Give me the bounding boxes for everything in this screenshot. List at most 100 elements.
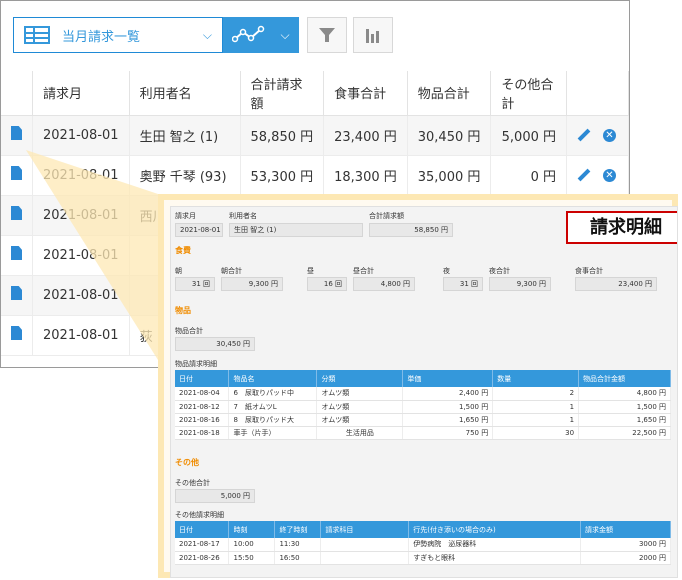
table-row: 2021-08-16 8 尿取りパッド大 オムツ類 1,650 円 1 1,65… (175, 413, 671, 427)
edit-pencil-icon[interactable] (577, 168, 591, 182)
cell-item: 8 尿取りパッド大 (228, 413, 318, 427)
column-header: 請求科目 (320, 521, 410, 538)
filter-icon (319, 28, 335, 42)
cell-category: オムツ類 (316, 387, 404, 401)
label-goods-list: 物品請求明細 (175, 360, 217, 368)
column-header[interactable]: 利用者名 (129, 71, 241, 116)
edit-pencil-icon[interactable] (577, 128, 591, 142)
line-graph-icon (232, 25, 265, 43)
table-row: 2021-08-18 車手（片手） 生活用品 750 円 30 22,500 円 (175, 426, 671, 440)
cell-date: 2021-08-17 (175, 538, 230, 552)
table-row[interactable]: 2021-08-01 生田 智之 (1) 58,850 円 23,400 円 3… (1, 115, 629, 156)
field-other-total: 5,000 円 (175, 489, 255, 503)
cell-time: 15:50 (228, 551, 276, 565)
cell-month: 2021-08-01 (32, 315, 130, 356)
field-night: 31 回 (443, 277, 483, 291)
column-header[interactable]: 合計請求額 (240, 71, 325, 116)
column-header: 数量 (492, 370, 580, 387)
cell-time: 10:00 (228, 538, 276, 552)
cell-price: 1,500 円 (402, 400, 494, 414)
cell-price: 2,400 円 (402, 387, 494, 401)
document-icon (11, 206, 22, 220)
filter-button[interactable] (307, 17, 347, 53)
cell-item: 6 尿取りパッド中 (228, 387, 318, 401)
cell-subject (320, 538, 410, 552)
detail-callout-panel: 請求明細 請求月 利用者名 合計請求額 2021-08-01 生田 智之 (1)… (158, 194, 678, 578)
field-morning-total: 9,300 円 (221, 277, 283, 291)
row-detail-link[interactable] (1, 275, 33, 316)
cell-total: 58,850 円 (240, 115, 325, 156)
field-user: 生田 智之 (1) (229, 223, 363, 237)
cell-month: 2021-08-01 (32, 195, 130, 236)
field-month: 2021-08-01 (175, 223, 223, 237)
document-icon (11, 246, 22, 260)
row-detail-link[interactable] (1, 315, 33, 356)
delete-icon[interactable]: ✕ (603, 128, 616, 142)
chevron-down-icon: ⌵ (280, 27, 290, 42)
column-header: 分類 (316, 370, 404, 387)
field-noon-total: 4,800 円 (353, 277, 415, 291)
label-user: 利用者名 (229, 212, 257, 220)
field-noon: 16 回 (307, 277, 347, 291)
delete-icon[interactable]: ✕ (603, 168, 616, 182)
label-other-total: その他合計 (175, 479, 210, 487)
field-total: 58,850 円 (369, 223, 453, 237)
row-detail-link[interactable] (1, 195, 33, 236)
cell-destination: すぎもと眼科 (408, 551, 582, 565)
header-icon-col (1, 71, 33, 116)
column-header[interactable]: 請求月 (32, 71, 130, 116)
row-actions: ✕ (566, 115, 629, 156)
cell-price: 1,650 円 (402, 413, 494, 427)
field-morning: 31 回 (175, 277, 215, 291)
label-morning: 朝 (175, 267, 182, 275)
goods-header-row: 日付 物品名 分類 単価 数量 物品合計金額 (175, 370, 671, 387)
document-icon (11, 126, 22, 140)
label-night-total: 夜合計 (489, 267, 510, 275)
table-row: 2021-08-12 7 紙オムツL オムツ類 1,500 円 1 1,500 … (175, 400, 671, 414)
cell-meal: 18,300 円 (323, 155, 408, 196)
cell-category: オムツ類 (316, 413, 404, 427)
cell-month: 2021-08-01 (32, 155, 130, 196)
table-row: 2021-08-26 15:50 16:50 すぎもと眼科 2000 円 (175, 551, 671, 565)
cell-month: 2021-08-01 (32, 115, 130, 156)
row-detail-link[interactable] (1, 115, 33, 156)
cell-qty: 1 (492, 400, 580, 414)
column-header: 時刻 (228, 521, 276, 538)
label-night: 夜 (443, 267, 450, 275)
bar-chart-icon (366, 29, 379, 43)
field-goods-total: 30,450 円 (175, 337, 255, 351)
cell-goods: 30,450 円 (407, 115, 492, 156)
toolbar: 当月請求一覧 ⌵ ⌵ (1, 1, 629, 71)
chart-button[interactable] (353, 17, 393, 53)
cell-amount: 1,500 円 (578, 400, 671, 414)
column-header[interactable]: その他合計 (490, 71, 567, 116)
column-header[interactable]: 食事合計 (323, 71, 408, 116)
cell-end-time: 11:30 (274, 538, 322, 552)
other-header-row: 日付 時刻 終了時刻 請求科目 行先(付き添いの場合のみ) 請求金額 (175, 521, 671, 538)
table-row[interactable]: 2021-08-01 奥野 千琴 (93) 53,300 円 18,300 円 … (1, 155, 629, 196)
section-goods: 物品 (175, 306, 191, 315)
cell-date: 2021-08-18 (175, 426, 230, 440)
column-header: 物品名 (228, 370, 318, 387)
label-meal-total: 食事合計 (575, 267, 603, 275)
column-header: 日付 (175, 370, 230, 387)
cell-destination: 伊勢病院 泌尿器科 (408, 538, 582, 552)
cell-end-time: 16:50 (274, 551, 322, 565)
other-detail-table: 日付 時刻 終了時刻 請求科目 行先(付き添いの場合のみ) 請求金額 2021-… (175, 521, 671, 565)
cell-qty: 1 (492, 413, 580, 427)
graph-view-button[interactable]: ⌵ (223, 17, 299, 53)
cell-date: 2021-08-04 (175, 387, 230, 401)
cell-amount: 3000 円 (580, 538, 671, 552)
view-selector[interactable]: 当月請求一覧 ⌵ (13, 17, 223, 53)
header-actions-col (566, 71, 629, 116)
row-detail-link[interactable] (1, 155, 33, 196)
document-icon (11, 286, 22, 300)
row-detail-link[interactable] (1, 235, 33, 276)
label-noon-total: 昼合計 (353, 267, 374, 275)
label-total: 合計請求額 (369, 212, 404, 220)
column-header[interactable]: 物品合計 (407, 71, 492, 116)
cell-user: 生田 智之 (1) (129, 115, 241, 156)
cell-total: 53,300 円 (240, 155, 325, 196)
cell-subject (320, 551, 410, 565)
column-header: 行先(付き添いの場合のみ) (408, 521, 582, 538)
